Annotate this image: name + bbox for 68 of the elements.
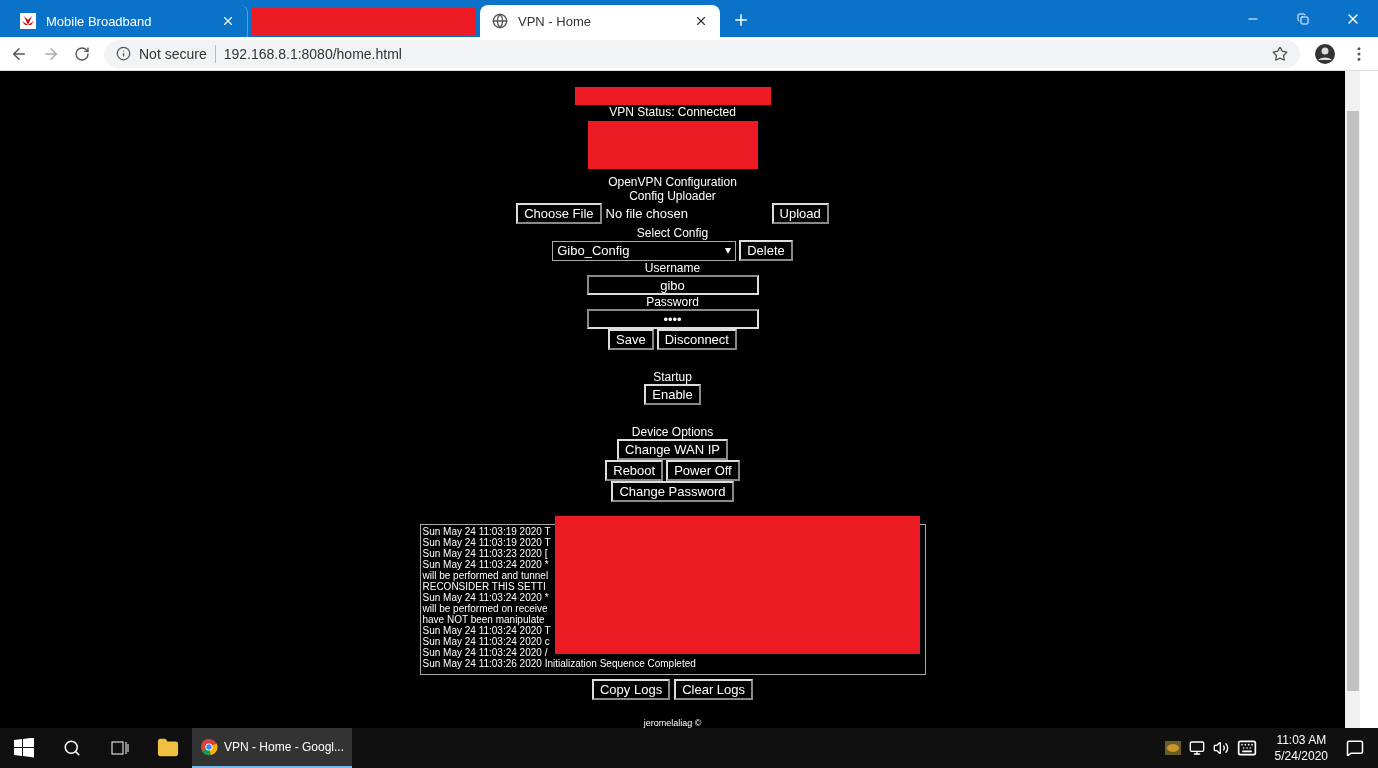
globe-icon: [492, 13, 508, 29]
section-title: Startup: [653, 370, 692, 385]
disconnect-button[interactable]: Disconnect: [656, 329, 737, 351]
username-field[interactable]: gibo: [586, 275, 759, 296]
tab-title: VPN - Home: [518, 13, 592, 29]
save-button[interactable]: Save: [608, 329, 654, 351]
log-line: will be performed on receive: [422, 603, 549, 615]
close-icon[interactable]: [694, 14, 708, 28]
log-button[interactable]: Copy Logs: [592, 679, 671, 700]
enable-button[interactable]: Enable: [644, 384, 701, 406]
security-label: Not secure: [139, 45, 207, 62]
flower-logo-icon: [20, 13, 36, 29]
log-line: Sun May 24 11:03:19 2020 T: [422, 526, 552, 538]
task-view-icon[interactable]: [111, 740, 129, 756]
restore-icon[interactable]: [1297, 12, 1309, 25]
tab-title: Mobile Broadband: [46, 13, 153, 29]
log-line: RECONSIDER THIS SETTI: [422, 581, 547, 593]
new-tab-icon[interactable]: [732, 11, 750, 29]
url-text: 192.168.8.1:8080/home.html: [223, 45, 402, 62]
device-option-button[interactable]: Change WAN IP: [617, 439, 728, 461]
keyboard-icon[interactable]: [1236, 738, 1257, 758]
field-label: Select Config: [636, 226, 709, 241]
tray-app-icon[interactable]: [1164, 741, 1181, 755]
log-line: Sun May 24 11:03:24 2020 *: [422, 592, 550, 604]
status-text: VPN Status: Connected: [609, 104, 736, 119]
dropdown-caret-icon: [725, 247, 732, 254]
browser-tab[interactable]: VPN - Home: [480, 5, 720, 37]
info-icon: [116, 46, 131, 61]
section-title: Device Options: [631, 425, 714, 440]
field-label: Password: [646, 295, 699, 310]
log-line: Sun May 24 11:03:24 2020 T: [422, 625, 552, 637]
taskbar-app-button[interactable]: VPN - Home - Googl...: [192, 728, 352, 768]
delete-button[interactable]: Delete: [739, 240, 793, 262]
bookmark-star-icon[interactable]: [1272, 45, 1288, 62]
device-option-button[interactable]: Change Password: [611, 481, 734, 503]
clock[interactable]: 11:03 AM 5/24/2020: [1274, 732, 1328, 764]
password-field[interactable]: ••••: [586, 309, 759, 330]
volume-icon[interactable]: [1212, 740, 1229, 756]
log-line: Sun May 24 11:03:23 2020 [: [422, 548, 548, 560]
log-line: Sun May 24 11:03:19 2020 T: [422, 537, 552, 549]
address-bar[interactable]: Not secure 192.168.8.1:8080/home.html: [104, 39, 1300, 68]
browser-tab[interactable]: Mobile Broadband: [8, 5, 248, 37]
log-line: Sun May 24 11:03:24 2020 /: [422, 647, 548, 659]
search-icon[interactable]: [63, 739, 81, 757]
file-status-text: No file chosen: [605, 206, 689, 222]
log-line: Sun May 24 11:03:24 2020 c: [422, 636, 551, 648]
scrollbar-thumb[interactable]: [1346, 111, 1359, 691]
footer-text: jeromelaliag ©: [643, 718, 702, 728]
reload-icon[interactable]: [74, 45, 90, 62]
log-button[interactable]: Clear Logs: [674, 679, 753, 700]
choose-file-button[interactable]: Choose File: [516, 203, 602, 225]
log-line: have NOT been manipulate: [422, 614, 546, 626]
log-line: Sun May 24 11:03:24 2020 *: [422, 559, 550, 571]
section-title: Config Uploader: [629, 189, 716, 204]
windows-logo-icon[interactable]: [14, 738, 34, 758]
section-title: OpenVPN Configuration: [608, 175, 737, 190]
avatar-icon[interactable]: [1314, 42, 1336, 65]
device-option-button[interactable]: Reboot: [605, 460, 664, 482]
field-label: Username: [644, 261, 701, 276]
config-select[interactable]: Gibo_Config: [552, 240, 737, 261]
log-line: Sun May 24 11:03:26 2020 Initialization Sequence Completed: [422, 658, 697, 670]
browser-logo-icon: [200, 737, 218, 757]
folder-icon[interactable]: [157, 737, 179, 759]
upload-button[interactable]: Upload: [771, 203, 829, 225]
notification-icon[interactable]: [1346, 739, 1364, 757]
device-option-button[interactable]: Power Off: [666, 460, 740, 482]
network-icon[interactable]: [1188, 740, 1205, 756]
log-line: will be performed and tunnel: [422, 570, 550, 582]
